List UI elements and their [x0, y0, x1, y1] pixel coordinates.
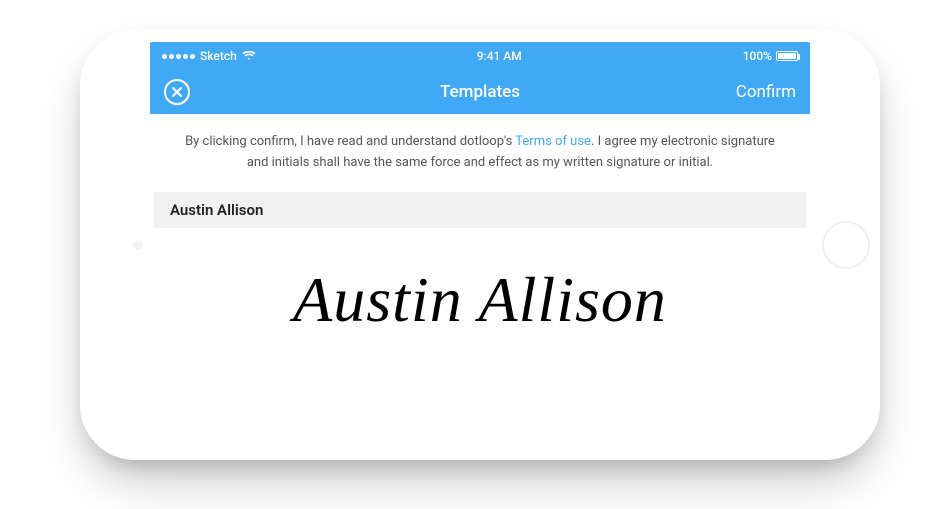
battery-icon: [776, 51, 798, 61]
nav-title: Templates: [440, 82, 520, 102]
close-icon: [171, 86, 183, 98]
wifi-icon: [242, 51, 256, 61]
battery-percent: 100%: [743, 49, 772, 63]
signature-text: Austin Allison: [180, 268, 780, 332]
screen: Sketch 9:41 AM 100% Templates Confirm By…: [150, 42, 810, 448]
signer-name-field[interactable]: Austin Allison: [154, 192, 806, 228]
terms-of-use-link[interactable]: Terms of use: [515, 134, 591, 149]
disclaimer-pre: By clicking confirm, I have read and und…: [185, 134, 515, 149]
phone-frame: Sketch 9:41 AM 100% Templates Confirm By…: [80, 30, 880, 460]
phone-earpiece-side: [80, 30, 150, 460]
home-button[interactable]: [822, 221, 870, 269]
status-left: Sketch: [162, 49, 256, 63]
nav-bar: Templates Confirm: [150, 70, 810, 114]
front-camera: [133, 240, 143, 250]
status-right: 100%: [743, 49, 798, 63]
disclaimer-text: By clicking confirm, I have read and und…: [150, 114, 810, 192]
status-time: 9:41 AM: [477, 49, 522, 63]
carrier-label: Sketch: [200, 49, 237, 63]
content-area: By clicking confirm, I have read and und…: [150, 114, 810, 362]
close-button[interactable]: [164, 79, 190, 105]
phone-home-side: [810, 30, 880, 460]
signal-strength-icon: [162, 54, 195, 59]
status-bar: Sketch 9:41 AM 100%: [150, 42, 810, 70]
confirm-button[interactable]: Confirm: [736, 82, 796, 102]
signature-preview[interactable]: Austin Allison: [150, 228, 810, 362]
